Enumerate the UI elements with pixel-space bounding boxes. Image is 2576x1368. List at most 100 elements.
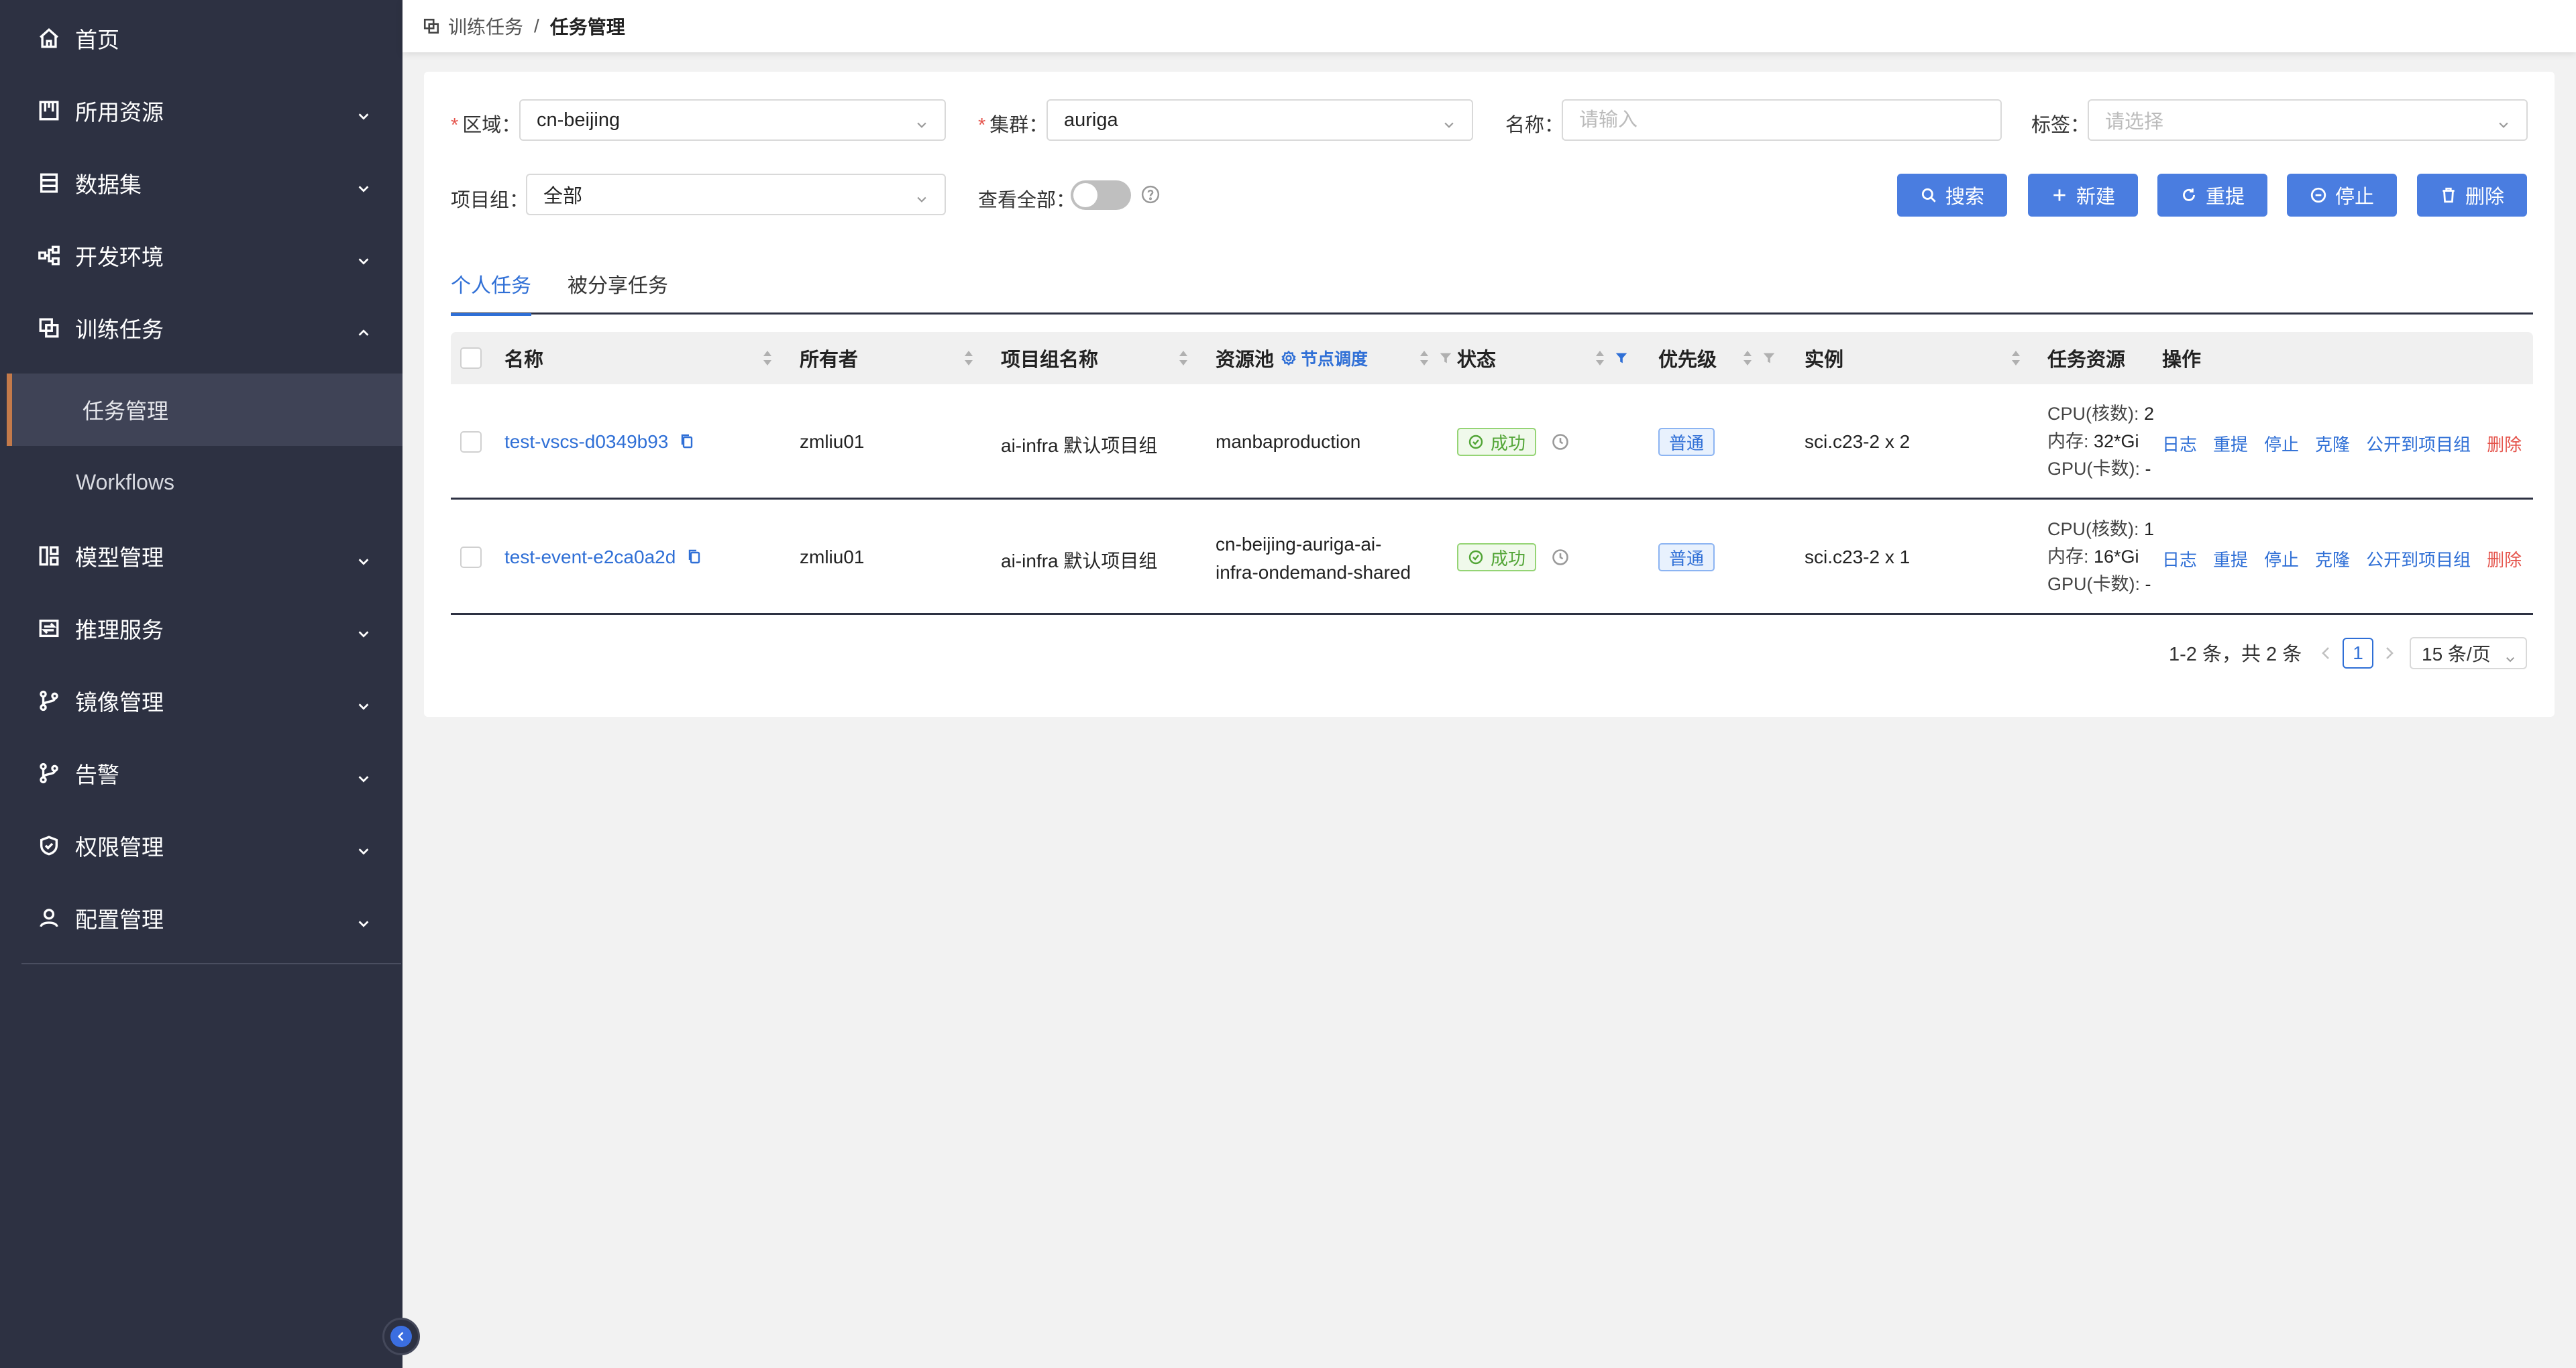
filter-icon[interactable]	[1762, 351, 1776, 365]
stop-button[interactable]: 停止	[2287, 174, 2397, 217]
sidebar-item-config[interactable]: 配置管理	[0, 882, 402, 954]
sidebar-item-datasets[interactable]: 数据集	[0, 147, 402, 219]
clock-icon[interactable]	[1551, 433, 1570, 451]
sidebar-item-resources[interactable]: 所用资源	[0, 74, 402, 147]
colon: ：	[501, 115, 521, 136]
cluster-label: * 集群：	[978, 109, 1048, 137]
delete-action[interactable]: 删除	[2487, 547, 2522, 571]
arrow-left-icon	[390, 1326, 412, 1347]
filter-icon-active[interactable]	[1614, 351, 1629, 365]
sidebar-subitem-task-management[interactable]: 任务管理	[7, 374, 402, 446]
select-all-checkbox[interactable]	[460, 347, 482, 369]
row-checkbox[interactable]	[460, 547, 482, 568]
row-checkbox[interactable]	[460, 431, 482, 453]
search-button[interactable]: 搜索	[1897, 174, 2007, 217]
page-size-select[interactable]: 15 条/页	[2410, 637, 2527, 669]
resubmit-action[interactable]: 重提	[2213, 547, 2248, 571]
sort-icon[interactable]	[763, 349, 772, 367]
log-action[interactable]: 日志	[2162, 431, 2197, 456]
table-header: 名称 所有者 项目组名称 资源池 节点调度 状态 优先级 实例 任务资源 操作	[451, 332, 2533, 384]
row-actions: 日志 重提 停止 克隆 公开到项目组 删除	[2162, 431, 2538, 456]
cpu-line: CPU(核数): 1	[2047, 516, 2154, 543]
name-label: 名称：	[1505, 109, 1564, 137]
region-select-value: cn-beijing	[537, 109, 621, 131]
task-name-link[interactable]: test-event-e2ca0a2d	[504, 547, 676, 567]
cpu-label: CPU(核数):	[2047, 519, 2144, 539]
stop-action[interactable]: 停止	[2264, 431, 2299, 456]
pool-cell: manbaproduction	[1216, 431, 1361, 452]
cpu-value: 2	[2144, 404, 2155, 424]
filter-icon[interactable]	[1438, 351, 1453, 365]
sort-icon[interactable]	[964, 349, 973, 367]
clone-action[interactable]: 克隆	[2315, 547, 2350, 571]
sort-icon[interactable]	[2011, 349, 2021, 367]
tab-shared-tasks[interactable]: 被分享任务	[568, 269, 668, 313]
mem-line: 内存: 16*Gi	[2047, 543, 2154, 571]
sidebar-item-label: 所用资源	[75, 100, 164, 125]
chevron-down-icon	[356, 693, 371, 710]
resubmit-action[interactable]: 重提	[2213, 431, 2248, 456]
sort-icon[interactable]	[1419, 349, 1429, 367]
sidebar-item-inference[interactable]: 推理服务	[0, 592, 402, 665]
owner-cell: zmliu01	[800, 431, 865, 452]
sort-icon[interactable]	[1743, 349, 1752, 367]
view-all-toggle[interactable]	[1071, 180, 1131, 210]
clock-icon[interactable]	[1551, 548, 1570, 567]
delete-button[interactable]: 删除	[2417, 174, 2527, 217]
region-select[interactable]: cn-beijing	[519, 99, 946, 141]
task-table: 名称 所有者 项目组名称 资源池 节点调度 状态 优先级 实例 任务资源 操作 …	[451, 332, 2533, 615]
sort-icon[interactable]	[1179, 349, 1188, 367]
stop-action[interactable]: 停止	[2264, 547, 2299, 571]
create-button[interactable]: 新建	[2028, 174, 2138, 217]
tags-select[interactable]: 请选择	[2088, 99, 2528, 141]
create-button-label: 新建	[2076, 186, 2115, 208]
owner-cell: zmliu01	[800, 547, 865, 567]
sidebar-item-alerts[interactable]: 告警	[0, 737, 402, 809]
copy-icon[interactable]	[679, 433, 695, 450]
breadcrumb-parent[interactable]: 训练任务	[448, 13, 523, 40]
task-tabs: 个人任务 被分享任务	[451, 260, 2533, 316]
sidebar-item-permissions[interactable]: 权限管理	[0, 809, 402, 882]
sidebar-item-models[interactable]: 模型管理	[0, 520, 402, 592]
sidebar-item-label: 首页	[75, 27, 119, 52]
sidebar-item-training[interactable]: 训练任务	[0, 292, 402, 364]
name-search-input[interactable]	[1579, 109, 2000, 131]
project-group-select[interactable]: 全部	[526, 174, 946, 215]
pool-cell: cn-beijing-auriga-ai- infra-ondemand-sha…	[1216, 530, 1411, 587]
chevron-down-icon	[2504, 648, 2516, 663]
resubmit-button[interactable]: 重提	[2157, 174, 2267, 217]
chevron-down-icon	[356, 911, 371, 927]
sidebar-item-home[interactable]: 首页	[0, 2, 402, 74]
delete-action[interactable]: 删除	[2487, 431, 2522, 456]
chevron-right-icon[interactable]	[2383, 645, 2396, 661]
tab-personal-tasks[interactable]: 个人任务	[451, 269, 531, 316]
gpu-label: GPU(卡数):	[2047, 574, 2145, 594]
pagination-page-1[interactable]: 1	[2343, 638, 2373, 669]
task-name-link[interactable]: test-vscs-d0349b93	[504, 431, 668, 452]
cpu-label: CPU(核数):	[2047, 404, 2144, 424]
column-header-actions: 操作	[2162, 349, 2202, 371]
chevron-left-icon[interactable]	[2319, 645, 2332, 661]
chevron-down-icon	[1442, 115, 1456, 128]
clone-action[interactable]: 克隆	[2315, 431, 2350, 456]
publish-to-group-action[interactable]: 公开到项目组	[2366, 431, 2471, 456]
help-icon[interactable]	[1140, 184, 1161, 205]
sidebar-collapse-button[interactable]	[382, 1318, 420, 1355]
sidebar-item-dev-env[interactable]: 开发环境	[0, 219, 402, 292]
node-scheduling-link[interactable]: 节点调度	[1281, 346, 1368, 370]
project-group-select-value: 全部	[543, 186, 583, 207]
mem-line: 内存: 32*Gi	[2047, 428, 2154, 455]
cluster-label-text: 集群	[989, 115, 1029, 136]
chevron-down-icon	[915, 115, 928, 128]
required-mark: *	[451, 115, 459, 136]
gear-icon	[1281, 350, 1296, 366]
log-action[interactable]: 日志	[2162, 547, 2197, 571]
sort-icon[interactable]	[1595, 349, 1605, 367]
sidebar-item-images[interactable]: 镜像管理	[0, 665, 402, 737]
publish-to-group-action[interactable]: 公开到项目组	[2366, 547, 2471, 571]
cluster-select[interactable]: auriga	[1046, 99, 1473, 141]
sidebar-subitem-workflows[interactable]: Workflows	[0, 446, 402, 518]
home-icon	[36, 25, 62, 51]
column-header-resources: 任务资源	[2047, 349, 2126, 371]
copy-icon[interactable]	[686, 548, 702, 565]
